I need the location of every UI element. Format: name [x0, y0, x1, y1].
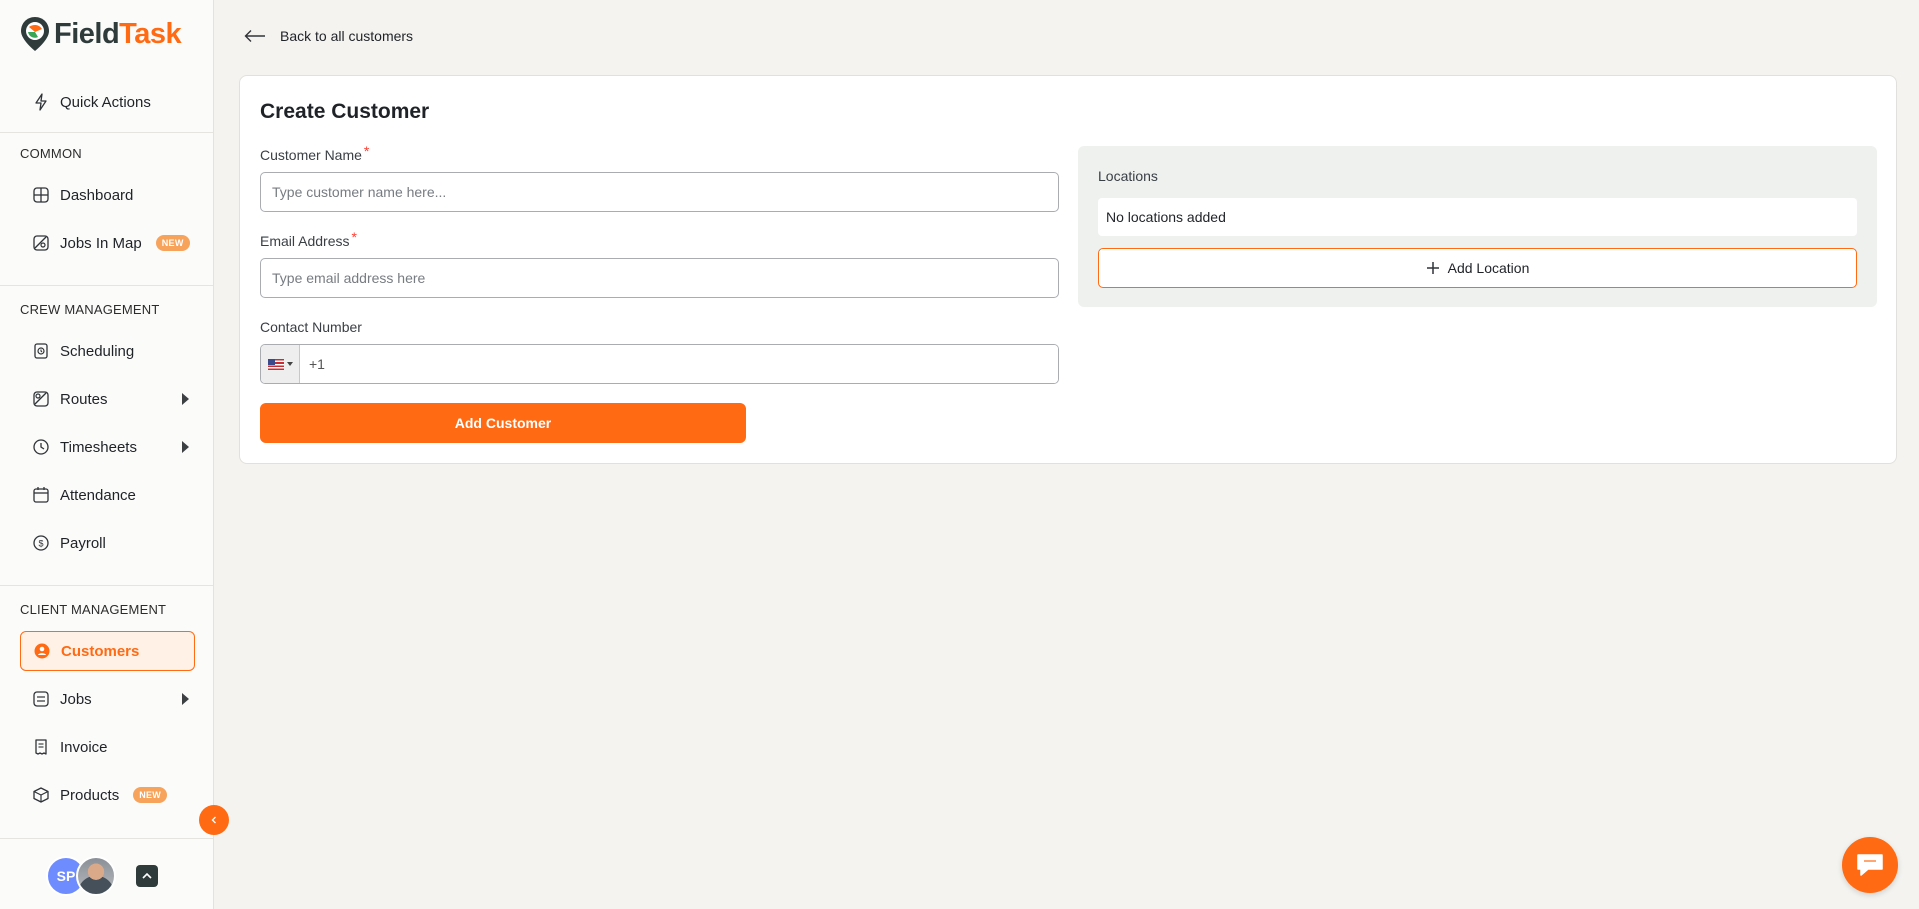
phone-input[interactable] — [300, 345, 1058, 383]
sidebar-divider — [0, 838, 213, 839]
locations-title: Locations — [1098, 168, 1158, 184]
logo-task-text: Task — [119, 17, 182, 50]
app-logo[interactable]: FieldTask — [20, 16, 182, 52]
box-icon — [33, 787, 49, 803]
dashboard-icon — [33, 187, 49, 203]
no-locations-message: No locations added — [1098, 198, 1857, 236]
sidebar-item-payroll[interactable]: $ Payroll — [20, 523, 195, 563]
add-location-label: Add Location — [1447, 260, 1530, 276]
sidebar-item-label: Attendance — [60, 486, 136, 504]
sidebar: FieldTask Quick Actions COMMON Dashboard… — [0, 0, 214, 909]
chevron-up-icon — [142, 872, 152, 879]
customer-name-label-text: Customer Name — [260, 147, 362, 163]
calendar-icon — [33, 487, 49, 503]
sidebar-item-label: Routes — [60, 390, 108, 408]
email-label: Email Address * — [260, 229, 357, 249]
quick-actions-link[interactable]: Quick Actions — [20, 82, 195, 122]
chevron-left-icon — [211, 816, 216, 824]
sidebar-item-jobs-in-map[interactable]: Jobs In Map NEW — [20, 223, 195, 263]
customers-icon — [34, 643, 50, 659]
contact-number-label: Contact Number — [260, 319, 362, 335]
caret-right-icon — [182, 393, 189, 405]
caret-right-icon — [182, 441, 189, 453]
sidebar-item-invoice[interactable]: Invoice — [20, 727, 195, 767]
plus-icon — [1426, 262, 1439, 274]
email-label-text: Email Address — [260, 233, 350, 249]
sidebar-item-products[interactable]: Products NEW — [20, 775, 195, 815]
back-link-label: Back to all customers — [280, 28, 414, 44]
contact-number-field — [260, 344, 1059, 384]
chat-icon — [1857, 854, 1883, 876]
payroll-icon: $ — [33, 535, 49, 551]
email-input[interactable] — [260, 258, 1059, 298]
section-client-management: CLIENT MANAGEMENT — [20, 602, 167, 617]
section-common: COMMON — [20, 146, 82, 161]
quick-actions-label: Quick Actions — [60, 93, 151, 111]
customer-name-input[interactable] — [260, 172, 1059, 212]
country-code-select[interactable] — [261, 345, 300, 383]
sidebar-item-routes[interactable]: Routes — [20, 379, 195, 419]
sidebar-item-label: Scheduling — [60, 342, 135, 360]
add-customer-button[interactable]: Add Customer — [260, 403, 746, 443]
sidebar-divider — [0, 285, 213, 286]
create-customer-card: Create Customer Customer Name* Email Add… — [239, 75, 1897, 464]
user-avatars[interactable]: SP — [46, 856, 116, 896]
sidebar-item-label: Payroll — [60, 534, 106, 552]
sidebar-item-label: Dashboard — [60, 186, 134, 204]
customer-name-label: Customer Name * — [260, 143, 369, 163]
sidebar-item-label: Products — [60, 786, 120, 804]
sidebar-item-label: Jobs — [60, 690, 92, 708]
sidebar-divider — [0, 585, 213, 586]
sidebar-divider — [0, 132, 213, 133]
sidebar-item-label: Timesheets — [60, 438, 137, 456]
arrow-left-icon — [244, 30, 265, 42]
expand-up-button[interactable] — [136, 865, 158, 887]
invoice-icon — [35, 739, 47, 755]
sidebar-item-label: Jobs In Map — [60, 234, 142, 252]
jobs-icon — [33, 691, 49, 707]
sidebar-item-customers[interactable]: Customers — [20, 631, 195, 671]
sidebar-item-attendance[interactable]: Attendance — [20, 475, 195, 515]
scheduling-icon — [34, 343, 48, 359]
caret-right-icon — [182, 693, 189, 705]
required-asterisk: * — [363, 143, 370, 159]
svg-text:$: $ — [38, 539, 43, 549]
map-icon — [33, 235, 49, 251]
caret-down-icon — [286, 362, 293, 366]
logo-field-text: Field — [54, 17, 120, 50]
avatar-photo — [76, 856, 116, 896]
sidebar-item-label: Customers — [61, 642, 140, 660]
page-title: Create Customer — [260, 100, 430, 123]
sidebar-item-jobs[interactable]: Jobs — [20, 679, 195, 719]
chat-support-button[interactable] — [1842, 837, 1898, 893]
clock-icon — [33, 439, 49, 455]
sidebar-item-scheduling[interactable]: Scheduling — [20, 331, 195, 371]
routes-icon — [33, 391, 49, 407]
new-badge: NEW — [155, 235, 190, 251]
logo-pin-icon — [21, 17, 49, 51]
sidebar-item-dashboard[interactable]: Dashboard — [20, 175, 195, 215]
add-location-button[interactable]: Add Location — [1098, 248, 1857, 288]
new-badge: NEW — [133, 787, 168, 803]
section-crew-management: CREW MANAGEMENT — [20, 302, 160, 317]
lightning-icon — [35, 93, 47, 111]
required-asterisk: * — [351, 229, 357, 245]
us-flag-icon — [267, 358, 284, 370]
logo-wordmark: FieldTask — [54, 17, 182, 51]
sidebar-item-timesheets[interactable]: Timesheets — [20, 427, 195, 467]
back-to-customers-link[interactable]: Back to all customers — [244, 28, 413, 44]
collapse-sidebar-button[interactable] — [199, 805, 229, 835]
locations-panel: Locations No locations added Add Locatio… — [1078, 146, 1877, 307]
sidebar-item-label: Invoice — [60, 738, 108, 756]
